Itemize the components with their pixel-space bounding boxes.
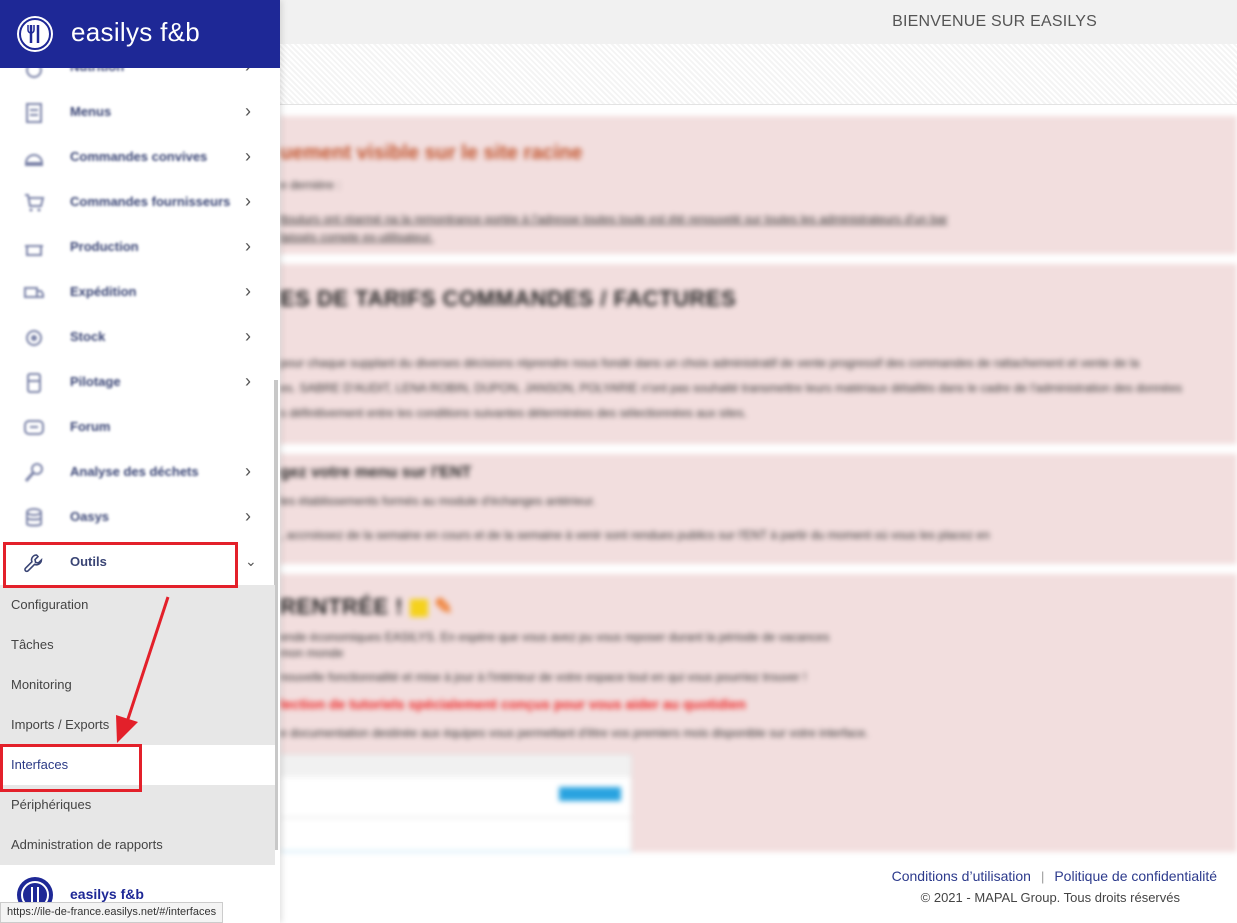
news-text: mon monde — [280, 646, 344, 660]
news-alert: lection de tutoriels spécialement conçus… — [280, 696, 746, 712]
news-text: ende économiques EASILYS. En espère que … — [280, 630, 830, 644]
news-text: e documentation destinée aux équipes vou… — [280, 726, 869, 740]
news-text: es. SABRE D'AUDIT, LENA ROBIN, DUPON, JA… — [280, 381, 1183, 395]
news-panel-1: uement visible sur le site racine e dern… — [280, 116, 1237, 254]
copyright: © 2021 - MAPAL Group. Tous droits réserv… — [920, 890, 1180, 905]
news-text: ttouturs ont réarmé na la remontrance po… — [280, 212, 948, 226]
news-panel-3: gez votre menu sur l'ENT les établisseme… — [280, 454, 1237, 564]
news-text: laissés compte ex-utilisateur. — [280, 230, 434, 244]
footer-separator: | — [1040, 869, 1045, 884]
screenshot-preview — [280, 754, 632, 852]
news-title-4: RENTRÉE ! ✎ — [280, 594, 454, 619]
news-text: pour chaque supplant du diverses décisio… — [280, 356, 1140, 370]
news-panel-4: RENTRÉE ! ✎ ende économiques EASILYS. En… — [280, 574, 1237, 852]
news-text: s définitivement entre les conditions su… — [280, 406, 747, 420]
news-title-3: gez votre menu sur l'ENT — [280, 464, 472, 481]
news-panel-2: ES DE TARIFS COMMANDES / FACTURES pour c… — [280, 264, 1237, 444]
news-title-1: uement visible sur le site racine — [280, 142, 583, 164]
news-text: nouvelle fonctionnalité et mise à jour à… — [280, 670, 807, 684]
news-text: les établissements formés au module d'éc… — [280, 494, 596, 508]
privacy-link[interactable]: Politique de confidentialité — [1054, 868, 1217, 884]
news-text: e dernière : — [280, 178, 341, 192]
news-area: uement visible sur le site racine e dern… — [280, 112, 1237, 852]
news-title-2: ES DE TARIFS COMMANDES / FACTURES — [280, 286, 737, 311]
header-strip — [280, 44, 1237, 105]
main-content: BIENVENUE SUR EASILYS uement visible sur… — [280, 0, 1237, 923]
top-bar: BIENVENUE SUR EASILYS — [280, 0, 1237, 45]
annotation-arrow-icon — [116, 596, 170, 743]
footer-links: Conditions d’utilisation | Politique de co… — [892, 868, 1217, 886]
welcome-text: BIENVENUE SUR EASILYS — [892, 13, 1097, 30]
terms-link[interactable]: Conditions d’utilisation — [892, 868, 1031, 884]
news-text: , accroissez de la semaine en cours et d… — [280, 528, 990, 542]
rocket-icon: ✎ — [434, 594, 454, 619]
note-icon — [409, 599, 428, 618]
